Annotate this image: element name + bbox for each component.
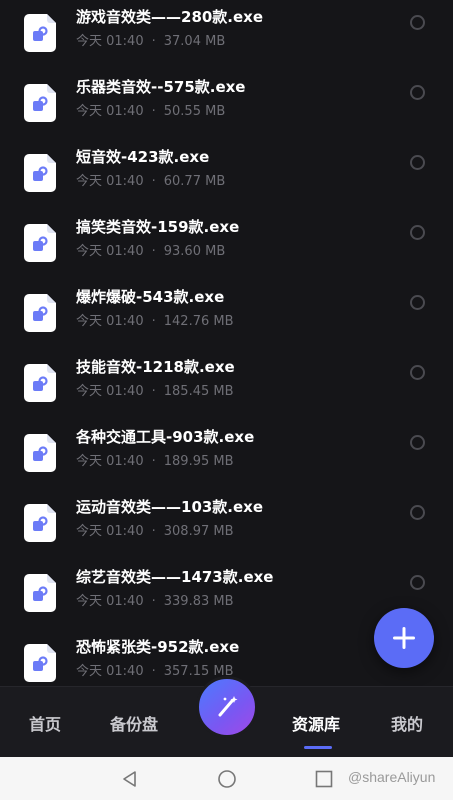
file-date: 今天 01:40 (76, 594, 144, 609)
meta-separator: · (151, 244, 156, 259)
app-file-icon (24, 84, 56, 122)
file-meta: 今天 01:40 · 60.77 MB (76, 170, 225, 189)
file-meta: 今天 01:40 · 50.55 MB (76, 100, 225, 119)
app-file-icon (24, 294, 56, 332)
file-name: 短音效-423款.exe (76, 148, 210, 166)
file-meta: 今天 01:40 · 357.15 MB (76, 660, 234, 679)
select-radio[interactable] (410, 505, 425, 520)
file-name: 各种交通工具-903款.exe (76, 428, 255, 446)
file-name: 游戏音效类——280款.exe (76, 8, 264, 26)
nav-item-mine[interactable]: 我的 (391, 711, 423, 735)
app-file-icon (24, 644, 56, 682)
file-date: 今天 01:40 (76, 244, 144, 259)
file-date: 今天 01:40 (76, 384, 144, 399)
file-date: 今天 01:40 (76, 664, 144, 679)
file-row[interactable]: 游戏音效类——280款.exe 今天 01:40 · 37.04 MB (0, 4, 453, 74)
file-row[interactable]: 搞笑类音效-159款.exe 今天 01:40 · 93.60 MB (0, 214, 453, 284)
file-row[interactable]: 技能音效-1218款.exe 今天 01:40 · 185.45 MB (0, 354, 453, 424)
file-date: 今天 01:40 (76, 524, 144, 539)
app-file-icon (24, 14, 56, 52)
select-radio[interactable] (410, 85, 425, 100)
file-size: 60.77 MB (163, 174, 226, 189)
center-action-button[interactable] (196, 676, 258, 738)
nav-item-library[interactable]: 资源库 (292, 711, 340, 735)
meta-separator: · (151, 34, 156, 49)
file-size: 93.60 MB (163, 244, 226, 259)
system-navigation-bar: @shareAliyun (0, 757, 453, 800)
file-row[interactable]: 各种交通工具-903款.exe 今天 01:40 · 189.95 MB (0, 424, 453, 494)
file-name: 综艺音效类——1473款.exe (76, 568, 274, 586)
file-date: 今天 01:40 (76, 174, 144, 189)
file-date: 今天 01:40 (76, 34, 144, 49)
app-file-icon (24, 504, 56, 542)
meta-separator: · (151, 664, 156, 679)
file-meta: 今天 01:40 · 185.45 MB (76, 380, 234, 399)
file-meta: 今天 01:40 · 93.60 MB (76, 240, 225, 259)
file-meta: 今天 01:40 · 308.97 MB (76, 520, 234, 539)
meta-separator: · (151, 174, 156, 189)
app-file-icon (24, 574, 56, 612)
select-radio[interactable] (410, 225, 425, 240)
file-meta: 今天 01:40 · 142.76 MB (76, 310, 234, 329)
file-date: 今天 01:40 (76, 314, 144, 329)
file-meta: 今天 01:40 · 189.95 MB (76, 450, 234, 469)
add-button[interactable] (374, 608, 434, 668)
meta-separator: · (151, 524, 156, 539)
file-meta: 今天 01:40 · 37.04 MB (76, 30, 225, 49)
file-size: 50.55 MB (163, 104, 226, 119)
app-file-icon (24, 434, 56, 472)
file-date: 今天 01:40 (76, 454, 144, 469)
magic-wand-icon (218, 696, 238, 717)
file-size: 308.97 MB (163, 524, 234, 539)
file-size: 185.45 MB (163, 384, 234, 399)
file-name: 运动音效类——103款.exe (76, 498, 264, 516)
file-row[interactable]: 乐器类音效--575款.exe 今天 01:40 · 50.55 MB (0, 74, 453, 144)
select-radio[interactable] (410, 365, 425, 380)
meta-separator: · (151, 594, 156, 609)
app-file-icon (24, 154, 56, 192)
active-tab-indicator (304, 746, 332, 749)
app-file-icon (24, 224, 56, 262)
meta-separator: · (151, 384, 156, 399)
recent-square-icon[interactable] (314, 769, 334, 789)
meta-separator: · (151, 454, 156, 469)
meta-separator: · (151, 314, 156, 329)
file-row[interactable]: 爆炸爆破-543款.exe 今天 01:40 · 142.76 MB (0, 284, 453, 354)
file-name: 恐怖紧张类-952款.exe (76, 638, 240, 656)
file-name: 乐器类音效--575款.exe (76, 78, 246, 96)
file-date: 今天 01:40 (76, 104, 144, 119)
select-radio[interactable] (410, 575, 425, 590)
nav-item-backup[interactable]: 备份盘 (110, 711, 158, 735)
file-size: 37.04 MB (163, 34, 226, 49)
home-circle-icon[interactable] (217, 769, 237, 789)
file-meta: 今天 01:40 · 339.83 MB (76, 590, 234, 609)
select-radio[interactable] (410, 435, 425, 450)
file-size: 189.95 MB (163, 454, 234, 469)
plus-icon (393, 627, 415, 649)
file-size: 142.76 MB (163, 314, 234, 329)
file-name: 搞笑类音效-159款.exe (76, 218, 240, 236)
file-name: 爆炸爆破-543款.exe (76, 288, 225, 306)
select-radio[interactable] (410, 155, 425, 170)
file-row[interactable]: 短音效-423款.exe 今天 01:40 · 60.77 MB (0, 144, 453, 214)
file-size: 339.83 MB (163, 594, 234, 609)
select-radio[interactable] (410, 15, 425, 30)
file-name: 技能音效-1218款.exe (76, 358, 235, 376)
nav-item-home[interactable]: 首页 (29, 711, 61, 735)
meta-separator: · (151, 104, 156, 119)
file-list: 游戏音效类——280款.exe 今天 01:40 · 37.04 MB 乐器类音效-… (0, 0, 453, 686)
file-row[interactable]: 运动音效类——103款.exe 今天 01:40 · 308.97 MB (0, 494, 453, 564)
back-triangle-icon[interactable] (120, 769, 140, 789)
app-file-icon (24, 364, 56, 402)
select-radio[interactable] (410, 295, 425, 310)
watermark-text: @shareAliyun (348, 769, 436, 785)
